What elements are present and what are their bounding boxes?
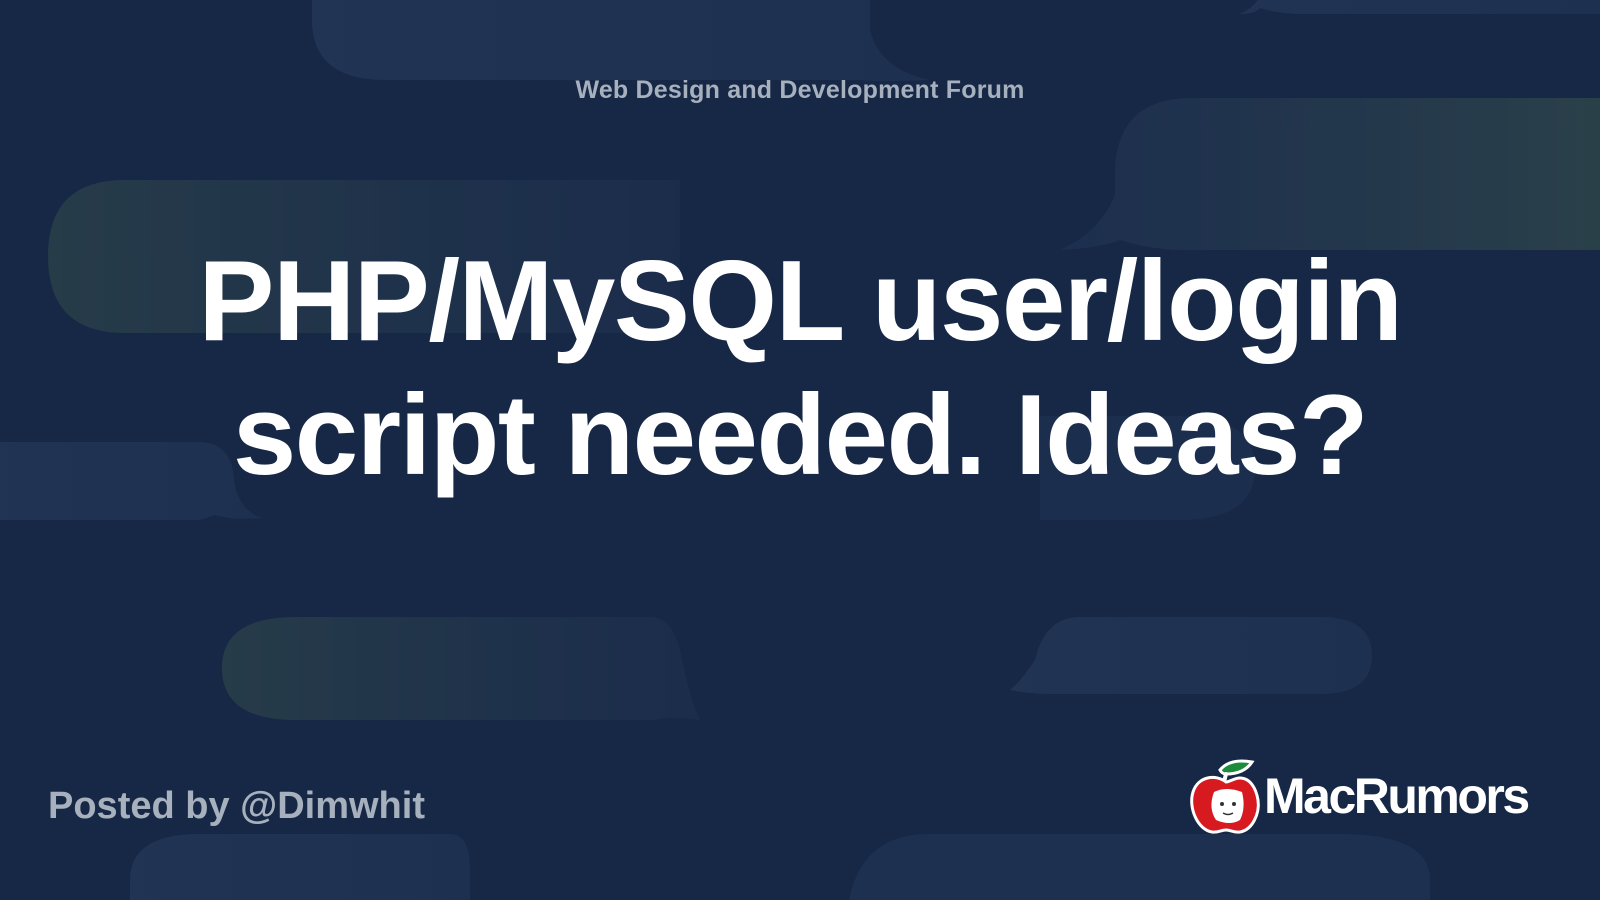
forum-name: Web Design and Development Forum — [575, 76, 1025, 104]
posted-by-author: Posted by @Dimwhit — [48, 785, 425, 827]
macrumors-wordmark: MacRumors — [1264, 768, 1530, 824]
macrumors-brand[interactable]: MacRumors — [1186, 756, 1530, 836]
thread-title: PHP/MySQL user/login script needed. Idea… — [198, 238, 1403, 499]
macrumors-apple-icon — [1190, 759, 1260, 834]
